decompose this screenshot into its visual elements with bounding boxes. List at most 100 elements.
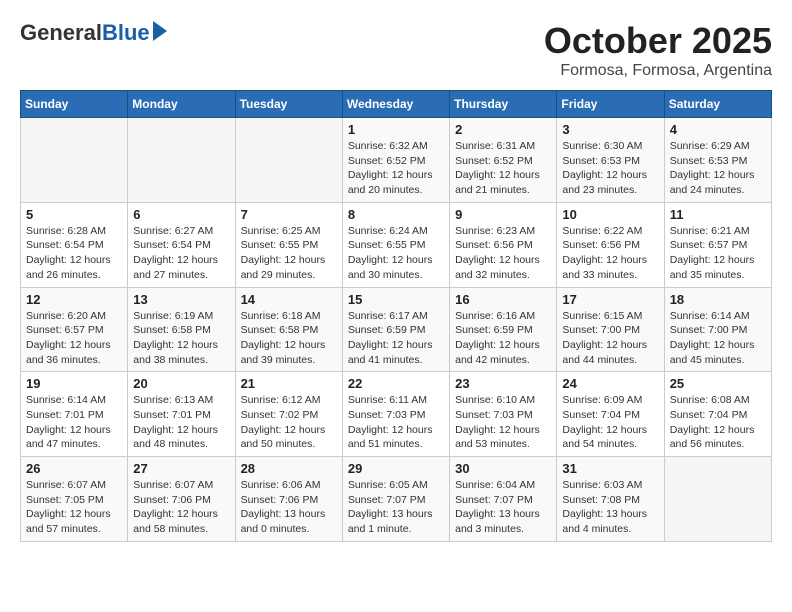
- calendar-day-cell: 29 Sunrise: 6:05 AM Sunset: 7:07 PM Dayli…: [342, 457, 449, 542]
- calendar-day-cell: 26 Sunrise: 6:07 AM Sunset: 7:05 PM Dayli…: [21, 457, 128, 542]
- calendar-day-cell: 27Sunrise: 6:07 AM Sunset: 7:06 PM Dayli…: [128, 457, 235, 542]
- day-info: Sunrise: 6:04 AM Sunset: 7:07 PM Dayligh…: [455, 478, 551, 537]
- day-number: 16: [455, 292, 551, 307]
- calendar-day-cell: 22 Sunrise: 6:11 AM Sunset: 7:03 PM Dayli…: [342, 372, 449, 457]
- day-number: 26: [26, 461, 122, 476]
- calendar-day-cell: 13Sunrise: 6:19 AM Sunset: 6:58 PM Dayli…: [128, 287, 235, 372]
- calendar-day-cell: 28 Sunrise: 6:06 AM Sunset: 7:06 PM Dayli…: [235, 457, 342, 542]
- day-info: Sunrise: 6:06 AM Sunset: 7:06 PM Dayligh…: [241, 478, 337, 537]
- calendar-day-cell: 14Sunrise: 6:18 AM Sunset: 6:58 PM Dayli…: [235, 287, 342, 372]
- day-info: Sunrise: 6:15 AM Sunset: 7:00 PM Dayligh…: [562, 309, 658, 368]
- calendar-day-cell: 6 Sunrise: 6:27 AM Sunset: 6:54 PM Daylig…: [128, 202, 235, 287]
- day-info: Sunrise: 6:27 AM Sunset: 6:54 PM Dayligh…: [133, 224, 229, 283]
- weekday-header: Monday: [128, 91, 235, 118]
- day-info: Sunrise: 6:10 AM Sunset: 7:03 PM Dayligh…: [455, 393, 551, 452]
- day-number: 20: [133, 376, 229, 391]
- logo-blue-text: Blue: [102, 20, 150, 46]
- weekday-row: SundayMondayTuesdayWednesdayThursdayFrid…: [21, 91, 772, 118]
- day-number: 6: [133, 207, 229, 222]
- page-header: General Blue October 2025 Formosa, Formo…: [20, 20, 772, 80]
- weekday-header: Sunday: [21, 91, 128, 118]
- calendar-body: 1Sunrise: 6:32 AM Sunset: 6:52 PM Daylig…: [21, 118, 772, 542]
- calendar-week-row: 1Sunrise: 6:32 AM Sunset: 6:52 PM Daylig…: [21, 118, 772, 203]
- calendar-day-cell: 1Sunrise: 6:32 AM Sunset: 6:52 PM Daylig…: [342, 118, 449, 203]
- day-info: Sunrise: 6:24 AM Sunset: 6:55 PM Dayligh…: [348, 224, 444, 283]
- calendar-day-cell: 7Sunrise: 6:25 AM Sunset: 6:55 PM Daylig…: [235, 202, 342, 287]
- day-number: 12: [26, 292, 122, 307]
- calendar-day-cell: 10 Sunrise: 6:22 AM Sunset: 6:56 PM Dayli…: [557, 202, 664, 287]
- day-info: Sunrise: 6:07 AM Sunset: 7:05 PM Dayligh…: [26, 478, 122, 537]
- day-info: Sunrise: 6:12 AM Sunset: 7:02 PM Dayligh…: [241, 393, 337, 452]
- day-info: Sunrise: 6:11 AM Sunset: 7:03 PM Dayligh…: [348, 393, 444, 452]
- page-subtitle: Formosa, Formosa, Argentina: [544, 62, 772, 80]
- day-number: 18: [670, 292, 766, 307]
- weekday-header: Friday: [557, 91, 664, 118]
- calendar-day-cell: 12 Sunrise: 6:20 AM Sunset: 6:57 PM Dayli…: [21, 287, 128, 372]
- calendar-header: SundayMondayTuesdayWednesdayThursdayFrid…: [21, 91, 772, 118]
- calendar-day-cell: 24 Sunrise: 6:09 AM Sunset: 7:04 PM Dayli…: [557, 372, 664, 457]
- day-info: Sunrise: 6:13 AM Sunset: 7:01 PM Dayligh…: [133, 393, 229, 452]
- day-number: 21: [241, 376, 337, 391]
- calendar-day-cell: 18 Sunrise: 6:14 AM Sunset: 7:00 PM Dayli…: [664, 287, 771, 372]
- calendar-day-cell: 4Sunrise: 6:29 AM Sunset: 6:53 PM Daylig…: [664, 118, 771, 203]
- calendar-day-cell: [21, 118, 128, 203]
- day-info: Sunrise: 6:20 AM Sunset: 6:57 PM Dayligh…: [26, 309, 122, 368]
- day-number: 11: [670, 207, 766, 222]
- calendar-day-cell: 9 Sunrise: 6:23 AM Sunset: 6:56 PM Daylig…: [450, 202, 557, 287]
- calendar-day-cell: 11Sunrise: 6:21 AM Sunset: 6:57 PM Dayli…: [664, 202, 771, 287]
- day-info: Sunrise: 6:28 AM Sunset: 6:54 PM Dayligh…: [26, 224, 122, 283]
- calendar-day-cell: 19Sunrise: 6:14 AM Sunset: 7:01 PM Dayli…: [21, 372, 128, 457]
- day-number: 8: [348, 207, 444, 222]
- calendar-day-cell: 5 Sunrise: 6:28 AM Sunset: 6:54 PM Daylig…: [21, 202, 128, 287]
- calendar-table: SundayMondayTuesdayWednesdayThursdayFrid…: [20, 90, 772, 542]
- calendar-day-cell: [128, 118, 235, 203]
- calendar-day-cell: 2Sunrise: 6:31 AM Sunset: 6:52 PM Daylig…: [450, 118, 557, 203]
- day-number: 5: [26, 207, 122, 222]
- day-info: Sunrise: 6:07 AM Sunset: 7:06 PM Dayligh…: [133, 478, 229, 537]
- day-number: 15: [348, 292, 444, 307]
- day-number: 22: [348, 376, 444, 391]
- day-number: 14: [241, 292, 337, 307]
- day-number: 10: [562, 207, 658, 222]
- day-number: 29: [348, 461, 444, 476]
- calendar-day-cell: 8 Sunrise: 6:24 AM Sunset: 6:55 PM Daylig…: [342, 202, 449, 287]
- day-info: Sunrise: 6:05 AM Sunset: 7:07 PM Dayligh…: [348, 478, 444, 537]
- title-block: October 2025 Formosa, Formosa, Argentina: [544, 20, 772, 80]
- day-info: Sunrise: 6:03 AM Sunset: 7:08 PM Dayligh…: [562, 478, 658, 537]
- day-info: Sunrise: 6:19 AM Sunset: 6:58 PM Dayligh…: [133, 309, 229, 368]
- calendar-day-cell: 31 Sunrise: 6:03 AM Sunset: 7:08 PM Dayli…: [557, 457, 664, 542]
- logo-arrow-icon: [153, 21, 167, 41]
- day-number: 1: [348, 122, 444, 137]
- day-number: 28: [241, 461, 337, 476]
- weekday-header: Tuesday: [235, 91, 342, 118]
- day-number: 25: [670, 376, 766, 391]
- day-number: 2: [455, 122, 551, 137]
- calendar-week-row: 12 Sunrise: 6:20 AM Sunset: 6:57 PM Dayli…: [21, 287, 772, 372]
- calendar-day-cell: 20 Sunrise: 6:13 AM Sunset: 7:01 PM Dayli…: [128, 372, 235, 457]
- day-number: 31: [562, 461, 658, 476]
- calendar-week-row: 5 Sunrise: 6:28 AM Sunset: 6:54 PM Daylig…: [21, 202, 772, 287]
- day-number: 23: [455, 376, 551, 391]
- day-number: 24: [562, 376, 658, 391]
- calendar-day-cell: 30Sunrise: 6:04 AM Sunset: 7:07 PM Dayli…: [450, 457, 557, 542]
- day-number: 4: [670, 122, 766, 137]
- calendar-day-cell: 16Sunrise: 6:16 AM Sunset: 6:59 PM Dayli…: [450, 287, 557, 372]
- day-number: 9: [455, 207, 551, 222]
- day-info: Sunrise: 6:17 AM Sunset: 6:59 PM Dayligh…: [348, 309, 444, 368]
- weekday-header: Thursday: [450, 91, 557, 118]
- weekday-header: Wednesday: [342, 91, 449, 118]
- day-info: Sunrise: 6:14 AM Sunset: 7:00 PM Dayligh…: [670, 309, 766, 368]
- calendar-day-cell: 17 Sunrise: 6:15 AM Sunset: 7:00 PM Dayli…: [557, 287, 664, 372]
- calendar-day-cell: 23 Sunrise: 6:10 AM Sunset: 7:03 PM Dayli…: [450, 372, 557, 457]
- day-info: Sunrise: 6:30 AM Sunset: 6:53 PM Dayligh…: [562, 139, 658, 198]
- day-info: Sunrise: 6:14 AM Sunset: 7:01 PM Dayligh…: [26, 393, 122, 452]
- day-info: Sunrise: 6:22 AM Sunset: 6:56 PM Dayligh…: [562, 224, 658, 283]
- day-number: 17: [562, 292, 658, 307]
- day-info: Sunrise: 6:09 AM Sunset: 7:04 PM Dayligh…: [562, 393, 658, 452]
- day-info: Sunrise: 6:23 AM Sunset: 6:56 PM Dayligh…: [455, 224, 551, 283]
- page-title: October 2025: [544, 20, 772, 62]
- calendar-day-cell: [235, 118, 342, 203]
- calendar-day-cell: [664, 457, 771, 542]
- calendar-day-cell: 15 Sunrise: 6:17 AM Sunset: 6:59 PM Dayli…: [342, 287, 449, 372]
- day-info: Sunrise: 6:25 AM Sunset: 6:55 PM Dayligh…: [241, 224, 337, 283]
